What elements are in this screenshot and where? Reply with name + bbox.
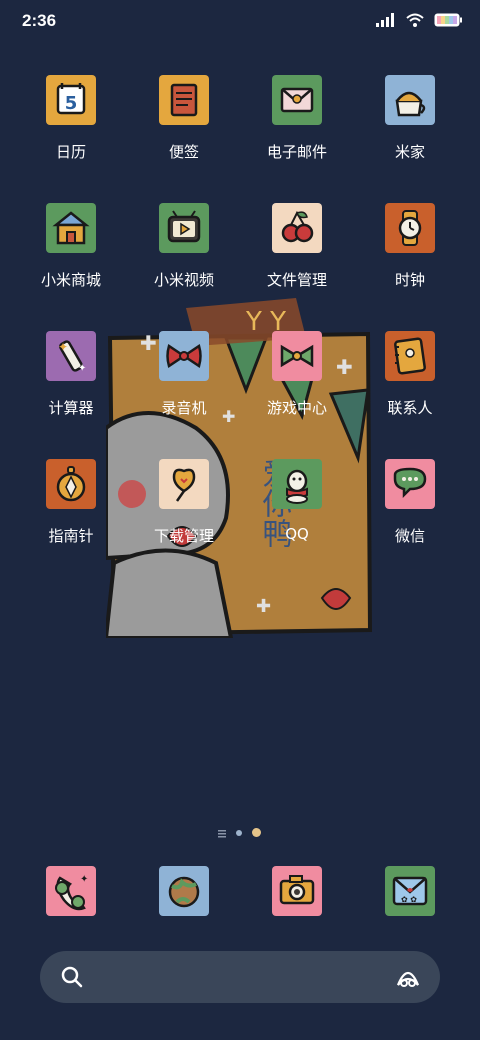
- downloads-icon[interactable]: [157, 457, 211, 511]
- page-dot-active[interactable]: [252, 828, 261, 837]
- assistant-icon[interactable]: [394, 963, 422, 995]
- wechat-label: 微信: [394, 527, 425, 545]
- calculator-label: 计算器: [48, 399, 94, 417]
- downloads-label: 下载管理: [153, 527, 214, 545]
- browser-icon[interactable]: [157, 864, 211, 918]
- mi-video-label: 小米视频: [153, 271, 214, 289]
- svg-text:✿ ✿: ✿ ✿: [401, 895, 417, 904]
- wifi-icon: [406, 12, 424, 31]
- status-bar: 2:36: [0, 0, 480, 44]
- email-icon[interactable]: [270, 73, 324, 127]
- clock-label: 时钟: [394, 271, 425, 289]
- mijia-label: 米家: [394, 143, 425, 161]
- file-manager-icon[interactable]: [270, 201, 324, 255]
- calendar-icon[interactable]: 5: [44, 73, 98, 127]
- recorder-icon[interactable]: [157, 329, 211, 383]
- calendar-label: 日历: [55, 143, 86, 161]
- qq-icon[interactable]: [270, 457, 324, 511]
- camera-icon[interactable]: [270, 864, 324, 918]
- compass-label: 指南针: [48, 527, 94, 545]
- email-label: 电子邮件: [266, 143, 327, 161]
- mijia-icon[interactable]: [383, 73, 437, 127]
- messages-icon[interactable]: ✿ ✿: [383, 864, 437, 918]
- page-list-icon[interactable]: [218, 823, 226, 842]
- calculator-icon[interactable]: ✦ ✦: [44, 329, 98, 383]
- page-dot[interactable]: [236, 829, 242, 836]
- page-indicator[interactable]: [218, 823, 261, 842]
- svg-text:✦: ✦: [80, 874, 88, 885]
- contacts-label: 联系人: [387, 399, 433, 417]
- contacts-icon[interactable]: [383, 329, 437, 383]
- notes-label: 便签: [168, 143, 199, 161]
- recorder-label: 录音机: [161, 399, 207, 417]
- svg-text:✦: ✦: [58, 340, 68, 354]
- svg-text:✚: ✚: [256, 596, 271, 617]
- clock-icon[interactable]: [383, 201, 437, 255]
- battery-icon: [434, 12, 462, 31]
- game-center-label: 游戏中心: [266, 399, 327, 417]
- svg-text:5: 5: [65, 93, 78, 114]
- file-manager-label: 文件管理: [266, 271, 327, 289]
- notes-icon[interactable]: [157, 73, 211, 127]
- game-center-icon[interactable]: [270, 329, 324, 383]
- cellular-signal-icon: [376, 12, 396, 31]
- search-icon[interactable]: [60, 965, 84, 993]
- mi-store-label: 小米商城: [40, 271, 101, 289]
- phone-icon[interactable]: ✦: [44, 864, 98, 918]
- mi-store-icon[interactable]: [44, 201, 98, 255]
- cartoon-photo-widget[interactable]: Y Y 爱你鸭 ✚ ✚ ✚ ✚: [103, 298, 374, 640]
- svg-text:✚: ✚: [140, 331, 157, 355]
- compass-icon[interactable]: [44, 457, 98, 511]
- wechat-icon[interactable]: [383, 457, 437, 511]
- svg-text:✦: ✦: [78, 363, 86, 374]
- svg-text:✚: ✚: [336, 355, 353, 379]
- qq-label: QQ: [285, 525, 309, 543]
- mi-video-icon[interactable]: [157, 201, 211, 255]
- search-bar[interactable]: [40, 951, 440, 1003]
- status-time: 2:36: [22, 11, 57, 30]
